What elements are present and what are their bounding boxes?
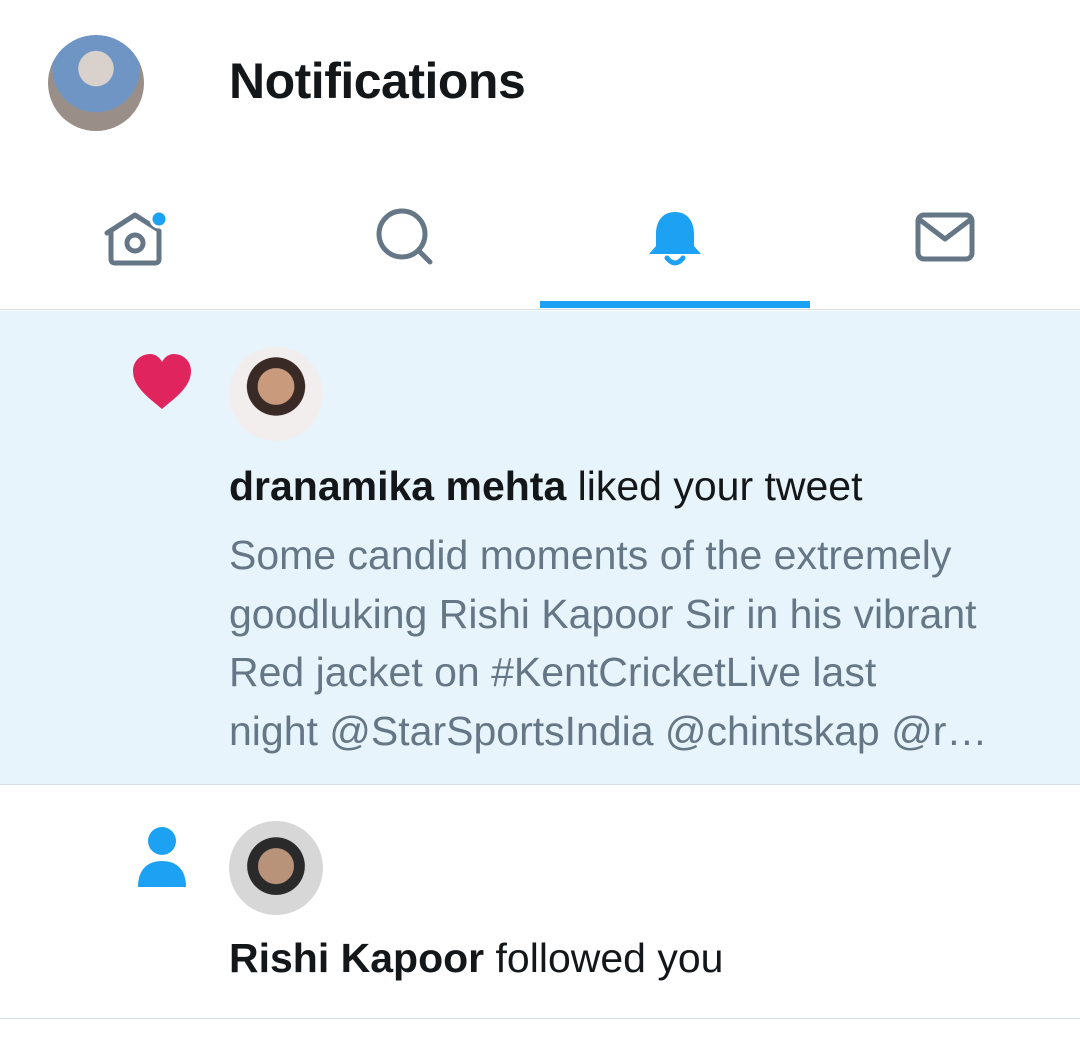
page-title: Notifications	[229, 53, 526, 109]
home-notification-dot	[149, 209, 169, 229]
user-name-link[interactable]: Rishi Kapoor	[229, 935, 484, 981]
tab-notifications[interactable]	[540, 165, 810, 309]
notification-like[interactable]: dranamika mehta liked your tweet Some ca…	[0, 311, 1080, 785]
envelope-icon	[915, 212, 975, 262]
notification-follow[interactable]: Rishi Kapoor followed you	[0, 785, 1080, 1019]
notification-headline: Rishi Kapoor followed you	[229, 935, 723, 982]
bell-icon	[649, 212, 701, 266]
home-icon	[104, 209, 169, 266]
tab-messages[interactable]	[810, 165, 1080, 309]
heart-icon	[133, 354, 191, 409]
profile-avatar[interactable]	[48, 35, 144, 131]
person-icon	[138, 827, 186, 887]
user-name-link[interactable]: dranamika mehta	[229, 463, 566, 509]
top-bar: Notifications	[0, 0, 1080, 165]
tweet-preview: Some candid moments of the extremely goo…	[229, 532, 988, 754]
tab-search[interactable]	[270, 165, 540, 309]
avatar[interactable]	[229, 347, 323, 441]
search-icon	[376, 208, 433, 265]
avatar[interactable]	[229, 821, 323, 915]
active-tab-indicator	[540, 301, 810, 308]
notification-action: followed you	[484, 935, 724, 981]
notification-action: liked your tweet	[566, 463, 863, 509]
notification-headline: dranamika mehta liked your tweet	[229, 463, 863, 510]
tab-home[interactable]	[0, 165, 270, 309]
tab-bar	[0, 165, 1080, 310]
